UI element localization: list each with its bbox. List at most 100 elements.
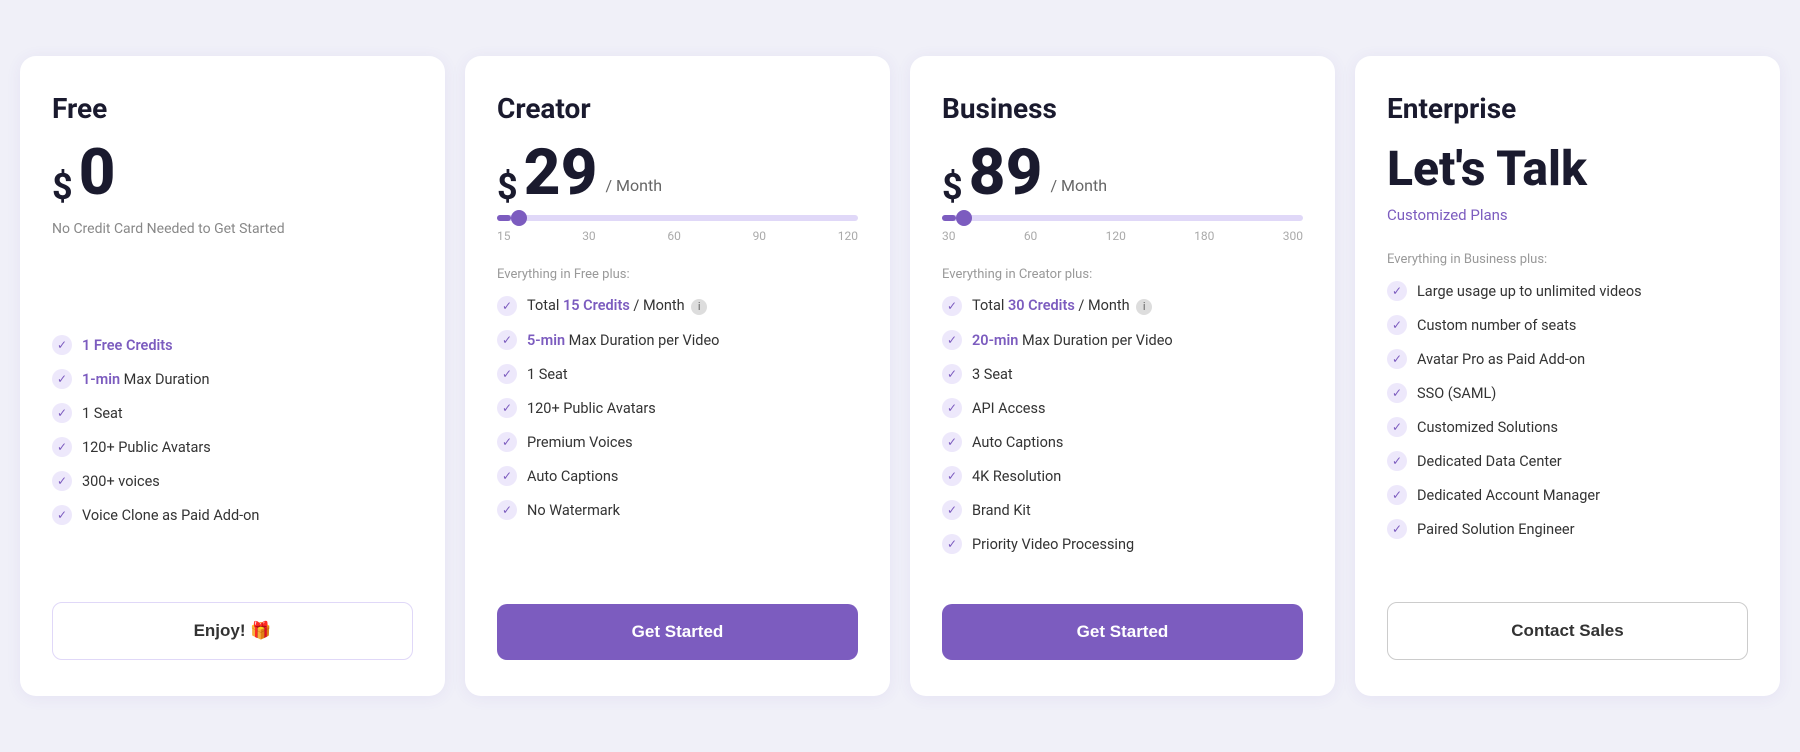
price-amount-creator: 29 <box>524 141 598 205</box>
check-icon: ✓ <box>497 364 517 384</box>
price-period-creator: / Month <box>603 176 662 195</box>
feature-item: ✓ Priority Video Processing <box>942 534 1303 554</box>
plan-card-enterprise: Enterprise Let's Talk Customized Plans E… <box>1355 56 1780 696</box>
check-icon: ✓ <box>1387 315 1407 335</box>
plan-title-business: Business <box>942 92 1303 125</box>
check-icon: ✓ <box>497 398 517 418</box>
check-icon: ✓ <box>497 466 517 486</box>
enterprise-cta-button[interactable]: Contact Sales <box>1387 602 1748 660</box>
check-icon: ✓ <box>497 330 517 350</box>
plan-card-business: Business $ 89 / Month 30 60 120 180 300 … <box>910 56 1335 696</box>
check-icon: ✓ <box>942 500 962 520</box>
feature-item: ✓ 3 Seat <box>942 364 1303 384</box>
business-slider-thumb[interactable] <box>956 210 972 226</box>
info-icon[interactable]: i <box>1136 299 1152 315</box>
feature-list-creator: ✓ Total 15 Credits / Month i ✓ 5-min Max… <box>497 296 858 576</box>
check-icon: ✓ <box>497 500 517 520</box>
check-icon: ✓ <box>942 296 962 316</box>
feature-item: ✓ Total 30 Credits / Month i <box>942 296 1303 316</box>
business-slider-container: 30 60 120 180 300 <box>942 215 1303 243</box>
info-icon[interactable]: i <box>691 299 707 315</box>
plan-title-enterprise: Enterprise <box>1387 92 1748 125</box>
check-icon: ✓ <box>52 471 72 491</box>
price-row-free: $ 0 <box>52 141 413 205</box>
price-subtitle-free: No Credit Card Needed to Get Started <box>52 221 413 237</box>
creator-slider-fill <box>497 215 511 221</box>
business-slider-track <box>942 215 1303 221</box>
check-icon: ✓ <box>942 534 962 554</box>
check-icon: ✓ <box>52 505 72 525</box>
creator-slider-container: 15 30 60 90 120 <box>497 215 858 243</box>
enterprise-subtitle: Customized Plans <box>1387 206 1748 224</box>
check-icon: ✓ <box>1387 349 1407 369</box>
feature-item: ✓ 4K Resolution <box>942 466 1303 486</box>
check-icon: ✓ <box>52 437 72 457</box>
check-icon: ✓ <box>1387 519 1407 539</box>
feature-item: ✓ Auto Captions <box>942 432 1303 452</box>
feature-item: ✓ 1 Seat <box>497 364 858 384</box>
price-amount-business: 89 <box>969 141 1043 205</box>
check-icon: ✓ <box>52 369 72 389</box>
check-icon: ✓ <box>1387 383 1407 403</box>
feature-item: ✓ Brand Kit <box>942 500 1303 520</box>
feature-item: ✓ Dedicated Data Center <box>1387 451 1748 471</box>
feature-item: ✓ 20-min Max Duration per Video <box>942 330 1303 350</box>
pricing-grid: Free $ 0 No Credit Card Needed to Get St… <box>20 56 1780 696</box>
business-cta-button[interactable]: Get Started <box>942 604 1303 660</box>
price-symbol-free: $ <box>52 169 73 205</box>
plan-card-creator: Creator $ 29 / Month 15 30 60 90 120 Eve… <box>465 56 890 696</box>
price-amount-free: 0 <box>79 141 116 205</box>
plan-card-free: Free $ 0 No Credit Card Needed to Get St… <box>20 56 445 696</box>
feature-item: ✓ 1-min Max Duration <box>52 369 413 389</box>
plan-title-free: Free <box>52 92 413 125</box>
feature-item: ✓ Avatar Pro as Paid Add-on <box>1387 349 1748 369</box>
price-period-business: / Month <box>1048 176 1107 195</box>
feature-item: ✓ 120+ Public Avatars <box>497 398 858 418</box>
check-icon: ✓ <box>1387 417 1407 437</box>
feature-list-free: ✓ 1 Free Credits ✓ 1-min Max Duration ✓ … <box>52 335 413 574</box>
business-slider-fill <box>942 215 956 221</box>
free-cta-button[interactable]: Enjoy! 🎁 <box>52 602 413 660</box>
check-icon: ✓ <box>942 330 962 350</box>
feature-list-business: ✓ Total 30 Credits / Month i ✓ 20-min Ma… <box>942 296 1303 576</box>
check-icon: ✓ <box>1387 485 1407 505</box>
check-icon: ✓ <box>942 398 962 418</box>
feature-item: ✓ 1 Seat <box>52 403 413 423</box>
creator-slider-labels: 15 30 60 90 120 <box>497 229 858 243</box>
price-symbol-creator: $ <box>497 169 518 205</box>
feature-item: ✓ Total 15 Credits / Month i <box>497 296 858 316</box>
feature-item: ✓ No Watermark <box>497 500 858 520</box>
feature-item: ✓ 1 Free Credits <box>52 335 413 355</box>
enterprise-price: Let's Talk <box>1387 141 1748 196</box>
feature-item: ✓ Custom number of seats <box>1387 315 1748 335</box>
feature-item: ✓ 120+ Public Avatars <box>52 437 413 457</box>
price-symbol-business: $ <box>942 169 963 205</box>
feature-item: ✓ Voice Clone as Paid Add-on <box>52 505 413 525</box>
check-icon: ✓ <box>52 403 72 423</box>
feature-item: ✓ Paired Solution Engineer <box>1387 519 1748 539</box>
feature-item: ✓ Dedicated Account Manager <box>1387 485 1748 505</box>
feature-item: ✓ 5-min Max Duration per Video <box>497 330 858 350</box>
check-icon: ✓ <box>497 432 517 452</box>
feature-item: ✓ Large usage up to unlimited videos <box>1387 281 1748 301</box>
enterprise-section-label: Everything in Business plus: <box>1387 252 1748 267</box>
price-row-creator: $ 29 / Month <box>497 141 858 205</box>
check-icon: ✓ <box>1387 451 1407 471</box>
feature-item: ✓ SSO (SAML) <box>1387 383 1748 403</box>
price-row-business: $ 89 / Month <box>942 141 1303 205</box>
check-icon: ✓ <box>942 432 962 452</box>
feature-list-enterprise: ✓ Large usage up to unlimited videos ✓ C… <box>1387 281 1748 574</box>
check-icon: ✓ <box>1387 281 1407 301</box>
feature-item: ✓ Premium Voices <box>497 432 858 452</box>
feature-item: ✓ 300+ voices <box>52 471 413 491</box>
business-slider-labels: 30 60 120 180 300 <box>942 229 1303 243</box>
creator-cta-button[interactable]: Get Started <box>497 604 858 660</box>
check-icon: ✓ <box>942 364 962 384</box>
creator-slider-thumb[interactable] <box>511 210 527 226</box>
feature-item: ✓ Auto Captions <box>497 466 858 486</box>
feature-item: ✓ API Access <box>942 398 1303 418</box>
business-section-label: Everything in Creator plus: <box>942 267 1303 282</box>
plan-title-creator: Creator <box>497 92 858 125</box>
check-icon: ✓ <box>942 466 962 486</box>
creator-slider-track <box>497 215 858 221</box>
